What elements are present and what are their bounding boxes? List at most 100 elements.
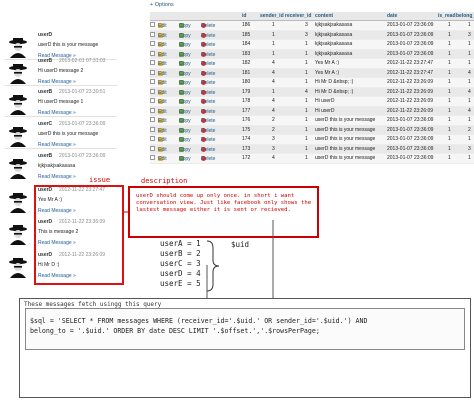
query-line-1: $sql = 'SELECT * FROM messages WHERE (re… <box>30 317 368 325</box>
mapping-user: userE <box>160 279 183 288</box>
cell-sender-id: 4 <box>272 79 275 85</box>
cell-date: 2013-01-07 23:36:09 <box>387 136 434 142</box>
cell-belong-to: 3 <box>468 31 471 38</box>
row-checkbox[interactable] <box>150 126 155 132</box>
table-body: Edit Copy Delete 186 1 3 kjkjsakjsakasasa 201… <box>150 21 474 164</box>
cell-receiver-id: 1 <box>305 117 308 123</box>
table-row: Edit Copy Delete 179 1 4 Hi Mr D &nbsp; :) 20… <box>150 87 474 97</box>
mapping-row: userD = 4 <box>160 269 201 278</box>
cell-sender-id: 4 <box>272 155 275 161</box>
message-item[interactable]: userB 2013-02-01 07:31:03 Hi userD message… <box>5 58 117 88</box>
cell-belong-to: 4 <box>468 88 471 95</box>
message-sender[interactable]: userD <box>38 32 52 38</box>
row-checkbox[interactable] <box>150 60 155 65</box>
row-checkbox[interactable] <box>150 31 155 37</box>
cell-belong-to: 1 <box>468 98 471 104</box>
cell-is-read: 1 <box>448 60 451 66</box>
cell-content: Hi Mr D &nbsp; :) <box>315 79 354 85</box>
cell-id: 177 <box>242 107 251 114</box>
message-item[interactable]: userB 2013-01-07 23:30:51 Hi userD message… <box>5 89 117 119</box>
table-row: Edit Copy Delete 181 4 1 Yes Mr A :) 2012-11-… <box>150 68 474 78</box>
cell-date: 2013-01-07 23:36:09 <box>387 126 434 133</box>
column-header-belong-to[interactable]: belong_to <box>456 13 474 19</box>
cell-content: kjkjsakjsakasasa <box>315 41 353 47</box>
table-row: Edit Copy Delete 186 1 3 kjkjsakjsakasasa 201… <box>150 21 474 31</box>
cell-sender-id: 1 <box>272 31 275 38</box>
cell-belong-to: 2 <box>468 126 471 133</box>
message-time: 2013-01-07 23:30:51 <box>59 89 106 95</box>
cell-date: 2013-01-07 23:36:09 <box>387 145 434 152</box>
message-sender[interactable]: userB <box>38 58 52 64</box>
mapping-row: userC = 3 <box>160 259 201 268</box>
cell-date: 2013-01-07 23:36:09 <box>387 41 434 47</box>
row-checkbox[interactable] <box>150 69 155 75</box>
cell-date: 2012-11-22 23:26:09 <box>387 107 434 114</box>
row-checkbox[interactable] <box>150 155 155 160</box>
cell-receiver-id: 1 <box>305 126 308 133</box>
column-header-content[interactable]: content <box>315 13 333 19</box>
cell-receiver-id: 1 <box>305 145 308 152</box>
mapping-user: userC <box>160 259 183 268</box>
message-sender[interactable]: userB <box>38 153 52 159</box>
message-divider <box>5 148 117 149</box>
cell-content: kjkjsakjsakasasa <box>315 50 353 57</box>
uid-label: $uid <box>231 240 250 249</box>
cell-sender-id: 4 <box>272 98 275 104</box>
cell-belong-to: 4 <box>468 69 471 76</box>
cell-id: 178 <box>242 98 251 104</box>
column-header-sender-id[interactable]: sender_id <box>260 13 284 19</box>
cell-receiver-id: 1 <box>305 155 308 161</box>
row-checkbox[interactable] <box>150 41 155 46</box>
avatar <box>7 223 29 245</box>
cell-content: userD this is your message <box>315 145 376 152</box>
cell-is-read: 1 <box>448 88 451 95</box>
messages-table: id sender_id receiver_id content date is… <box>150 12 474 164</box>
cell-sender-id: 1 <box>272 41 275 47</box>
cell-is-read: 1 <box>448 31 451 38</box>
row-checkbox[interactable] <box>150 88 155 94</box>
cell-sender-id: 2 <box>272 117 275 123</box>
cell-is-read: 1 <box>448 22 451 28</box>
row-checkbox[interactable] <box>150 136 155 141</box>
cell-date: 2013-01-07 23:36:09 <box>387 117 434 123</box>
query-code: $sql = 'SELECT * FROM messages WHERE (re… <box>30 316 462 336</box>
cell-id: 175 <box>242 126 251 133</box>
column-header-is-read[interactable]: is_read <box>438 13 456 19</box>
row-checkbox[interactable] <box>150 145 155 151</box>
column-header-receiver-id[interactable]: receiver_id <box>285 13 311 19</box>
mapping-row: userB = 2 <box>160 249 201 258</box>
row-checkbox[interactable] <box>150 107 155 113</box>
message-content: Hi userD message 2 <box>38 68 84 74</box>
table-row: Edit Copy Delete 182 4 1 Yes Mr A :) 2012-11-… <box>150 59 474 69</box>
table-row: Edit Copy Delete 173 3 1 userD this is your … <box>150 144 474 154</box>
message-item[interactable]: userC 2013-01-07 23:36:09 userD this is yo… <box>5 121 117 151</box>
row-checkbox[interactable] <box>150 22 155 27</box>
table-row: Edit Copy Delete 174 3 1 userD this is your … <box>150 135 474 145</box>
cell-belong-to: 1 <box>468 22 471 28</box>
row-checkbox[interactable] <box>150 79 155 84</box>
mapping-value: 2 <box>196 249 201 258</box>
options-link[interactable]: + Options <box>150 2 174 8</box>
query-line-2: belong_to = '.$uid.' ORDER BY date DESC … <box>30 327 320 335</box>
cell-sender-id: 2 <box>272 126 275 133</box>
mapping-user: userA <box>160 239 183 248</box>
cell-is-read: 1 <box>448 69 451 76</box>
column-header-date[interactable]: date <box>387 13 397 19</box>
row-checkbox[interactable] <box>150 50 155 56</box>
cell-content: Yes Mr A :) <box>315 69 339 76</box>
row-checkbox[interactable] <box>150 98 155 103</box>
cell-is-read: 1 <box>448 136 451 142</box>
message-time: 2013-01-07 23:36:09 <box>59 121 106 127</box>
row-checkbox[interactable] <box>150 117 155 122</box>
message-sender[interactable]: userC <box>38 121 52 127</box>
avatar <box>7 125 29 147</box>
cell-receiver-id: 1 <box>305 98 308 104</box>
read-message-link[interactable]: Read Message » <box>38 174 76 180</box>
message-sender[interactable]: userB <box>38 89 52 95</box>
cell-receiver-id: 1 <box>305 79 308 85</box>
cell-id: 173 <box>242 145 251 152</box>
column-header-id[interactable]: id <box>242 13 246 19</box>
cell-id: 185 <box>242 31 251 38</box>
cell-id: 183 <box>242 50 251 57</box>
cell-is-read: 1 <box>448 126 451 133</box>
